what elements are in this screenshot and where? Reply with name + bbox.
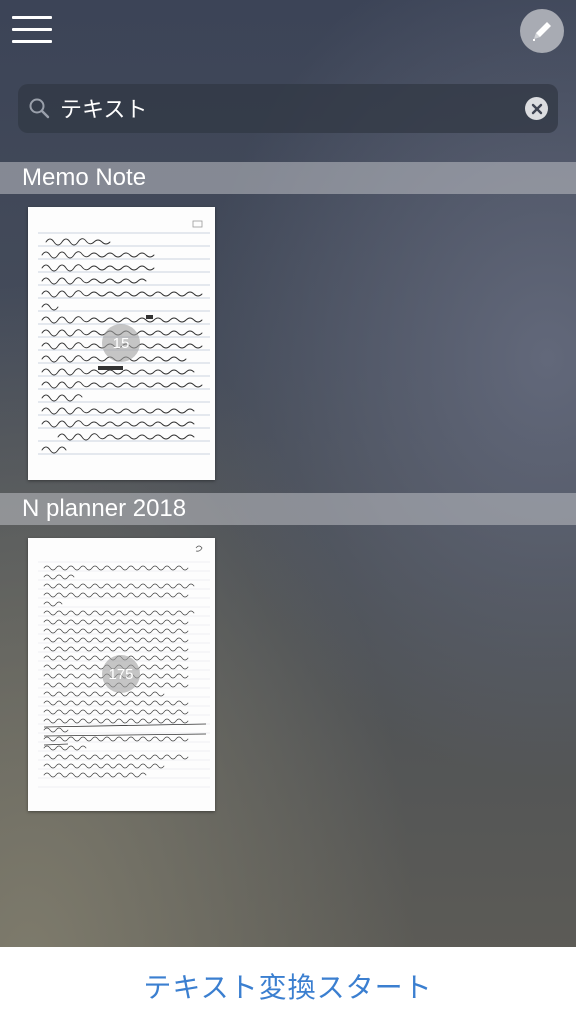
top-bar <box>0 0 576 70</box>
menu-icon-line <box>12 28 52 31</box>
search-icon <box>29 98 50 119</box>
start-text-conversion-label: テキスト変換スタート <box>143 970 433 1004</box>
page-count-badge: 15 <box>102 324 140 362</box>
page-count-badge: 175 <box>102 655 140 693</box>
section-header-memo-note: Memo Note <box>0 162 576 194</box>
section-header-n-planner-2018: N planner 2018 <box>0 493 576 525</box>
menu-icon-line <box>12 40 52 43</box>
notebook-thumbnail-memo-note[interactable]: 15 <box>28 207 215 480</box>
pen-icon <box>533 22 551 41</box>
clear-icon <box>531 103 542 114</box>
menu-icon-line <box>12 16 52 19</box>
search-input[interactable] <box>60 88 500 128</box>
search-bar <box>18 84 558 133</box>
notebook-thumbnail-n-planner-2018[interactable]: 175 <box>28 538 215 811</box>
start-text-conversion-button[interactable]: テキスト変換スタート <box>0 947 576 1024</box>
clear-search-button[interactable] <box>525 97 548 120</box>
pen-button[interactable] <box>520 9 564 53</box>
menu-button[interactable] <box>12 16 52 46</box>
